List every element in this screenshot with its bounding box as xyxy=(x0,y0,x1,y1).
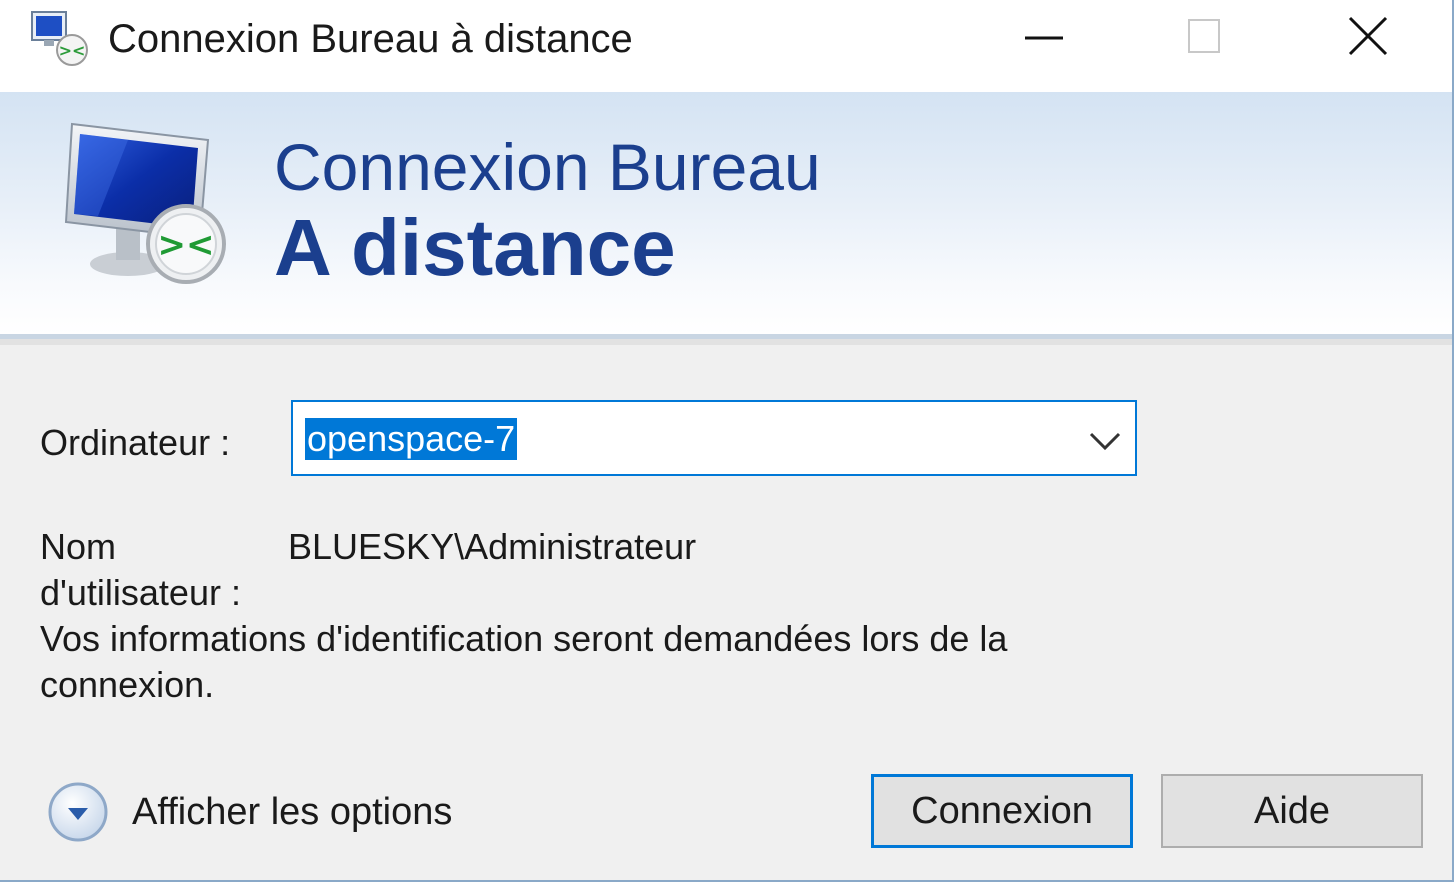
help-button[interactable]: Aide xyxy=(1161,774,1423,848)
credentials-info-line2: connexion. xyxy=(40,664,215,705)
rdp-window: >< Connexion Bureau à distance >< Connex… xyxy=(0,0,1454,882)
svg-text:><: >< xyxy=(158,225,215,265)
close-button[interactable] xyxy=(1300,0,1440,78)
username-value: BLUESKY\Administrateur xyxy=(288,526,697,567)
computer-combobox[interactable]: openspace-7 xyxy=(291,400,1137,476)
maximize-button[interactable] xyxy=(1136,0,1276,78)
computer-label: Ordinateur : xyxy=(40,422,231,463)
expand-options-icon[interactable] xyxy=(46,780,110,844)
minimize-icon xyxy=(1025,36,1063,40)
username-label-line2: d'utilisateur : xyxy=(40,572,241,613)
window-title: Connexion Bureau à distance xyxy=(108,17,633,61)
minimize-button[interactable] xyxy=(975,0,1115,78)
chevron-down-icon[interactable] xyxy=(1085,420,1125,460)
banner-subtitle: A distance xyxy=(274,203,676,292)
username-label-line1: Nom xyxy=(40,526,117,567)
close-icon xyxy=(1348,16,1388,56)
credentials-info-line1: Vos informations d'identification seront… xyxy=(40,618,1008,659)
banner-divider-shadow xyxy=(0,339,1452,345)
remote-desktop-monitor-icon: >< xyxy=(64,122,226,284)
show-options-label[interactable]: Afficher les options xyxy=(132,789,452,835)
banner: >< Connexion Bureau A distance xyxy=(0,92,1452,334)
app-icon: >< xyxy=(31,11,88,66)
computer-input[interactable]: openspace-7 xyxy=(305,418,518,460)
show-options-toggle[interactable]: Afficher les options xyxy=(46,780,516,844)
maximize-icon xyxy=(1188,19,1220,53)
svg-text:><: >< xyxy=(59,41,86,60)
title-bar[interactable]: >< Connexion Bureau à distance xyxy=(0,0,1452,92)
connect-button[interactable]: Connexion xyxy=(871,774,1133,848)
banner-title: Connexion Bureau xyxy=(274,130,821,204)
